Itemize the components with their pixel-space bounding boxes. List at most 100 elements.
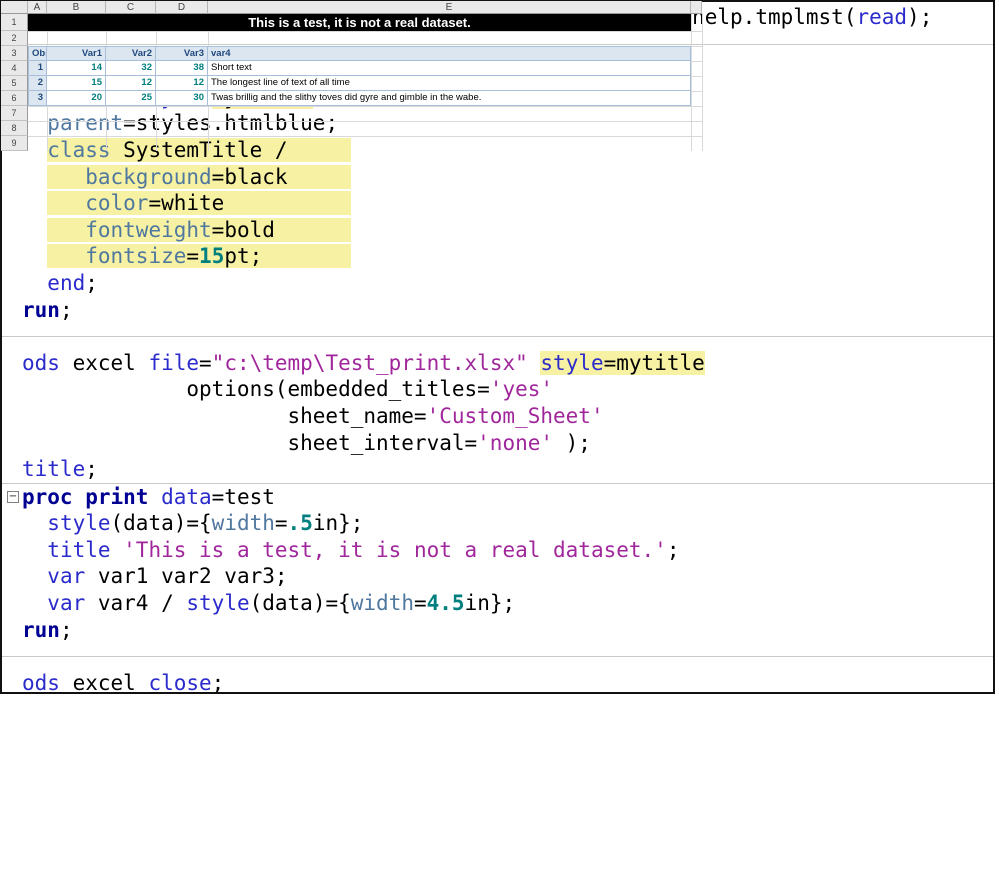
code-line[interactable]: sheet_interval='none' ); [2,430,993,457]
code-line[interactable]: options(embedded_titles='yes' [2,376,993,403]
sheet-cell[interactable]: 12 [106,76,156,91]
sheet-cell[interactable]: 32 [106,61,156,76]
sheet-cell[interactable]: 3 [28,91,47,106]
code-line[interactable]: title 'This is a test, it is not a real … [2,537,993,564]
table-header-Var3[interactable]: Var3 [156,46,208,61]
code-token: var4 / [97,591,187,616]
section-separator [2,323,993,350]
code-token: = [186,244,200,269]
row-header-6[interactable]: 6 [1,91,28,106]
code-token: proc print [22,484,162,509]
code-line[interactable]: ods excel file="c:\temp\Test_print.xlsx"… [2,350,993,377]
code-token: data [161,484,212,509]
sheet-cell[interactable]: 20 [47,91,106,106]
code-token: ; [59,297,73,322]
title-banner[interactable]: This is a test, it is not a real dataset… [28,14,691,31]
code-token: ); [553,430,591,455]
column-header-A[interactable]: A [28,1,47,14]
code-token: var1 var2 var3; [97,564,288,589]
code-line[interactable]: fontsize=15pt; [2,243,993,270]
separator-line [2,43,993,45]
column-header-D[interactable]: D [156,1,208,14]
table-header-Var1[interactable]: Var1 [47,46,106,61]
code-token: 'none' [477,430,554,455]
code-line[interactable]: sheet_name='Custom_Sheet' [2,403,993,430]
code-line[interactable]: end; [2,270,993,297]
row-header-7[interactable]: 7 [1,106,28,121]
row-header-1[interactable]: 1 [1,14,28,31]
row-header-8[interactable]: 8 [1,121,28,136]
code-line[interactable]: title; [2,456,993,483]
table-header-var4[interactable]: var4 [208,46,691,61]
column-header-partial[interactable] [691,1,702,14]
code-line[interactable]: background=black [2,164,993,191]
table-header-Obs[interactable]: Obs [28,46,47,61]
code-token: style [47,511,111,536]
code-token: background [85,164,212,189]
sheet-cell[interactable]: 38 [156,61,208,76]
code-token: =bold [211,217,351,242]
column-header-B[interactable]: B [47,1,106,14]
row-header-9[interactable]: 9 [1,136,28,151]
code-line[interactable]: color=white [2,190,993,217]
table-header-Var2[interactable]: Var2 [106,46,156,61]
sheet-cell[interactable]: 1 [28,61,47,76]
column-header-E[interactable]: E [208,1,691,14]
code-token: width [211,511,275,536]
code-line[interactable]: var var4 / style(data)={width=4.5in}; [2,590,993,617]
code-token: var [47,564,98,589]
code-line[interactable]: − proc print data=test [2,484,993,511]
row-header-2[interactable]: 2 [1,31,28,46]
code-token: ; [666,537,680,562]
code-token: class [47,137,111,162]
row-header-4[interactable]: 4 [1,61,28,76]
sheet-cell[interactable]: 30 [156,91,208,106]
code-line[interactable]: run; [2,617,993,644]
code-token: 'This is a test, it is not a real datase… [123,537,667,562]
gridline [702,14,703,151]
code-token: style [540,350,604,375]
code-token [47,191,86,216]
code-token: 'Custom_Sheet' [426,403,604,428]
code-token: color [85,191,149,216]
code-line[interactable]: var var1 var2 var3; [2,563,993,590]
gridline [28,31,702,32]
sheet-cell[interactable]: The longest line of text of all time [208,76,691,91]
collapse-toggle-icon[interactable]: − [7,490,19,503]
sheet-cell[interactable]: 12 [156,76,208,91]
code-token: ods [22,350,73,375]
code-token: options(embedded_titles= [22,377,490,402]
code-token: =mytitle [603,350,705,375]
code-token: 15 [199,244,225,269]
row-header-5[interactable]: 5 [1,76,28,91]
code-line[interactable]: style(data)={width=.5in}; [2,510,993,537]
code-line[interactable]: ods excel close; [2,670,993,694]
column-header-C[interactable]: C [106,1,156,14]
code-token: excel [72,350,149,375]
sheet-cell[interactable]: 25 [106,91,156,106]
code-token: var [47,591,98,616]
code-line[interactable]: run; [2,297,993,324]
gridline [28,136,702,137]
sheet-cell[interactable]: Twas brillig and the slithy toves did gy… [208,91,691,106]
gridline [28,121,702,122]
code-token: in}; [464,591,516,616]
code-token: ; [85,270,98,295]
code-token: in}; [312,511,364,536]
sheet-cell[interactable]: Short text [208,61,691,76]
row-header-3[interactable]: 3 [1,46,28,61]
code-line[interactable]: fontweight=bold [2,217,993,244]
sheet-cell[interactable]: 14 [47,61,106,76]
code-token: title [22,457,86,482]
sheet-cell[interactable]: 15 [47,76,106,91]
code-token: ; [211,670,225,694]
sheet-cell[interactable]: 2 [28,76,47,91]
code-line[interactable]: parent=styles.htmlblue; [2,110,993,137]
select-all-corner[interactable] [1,1,28,14]
